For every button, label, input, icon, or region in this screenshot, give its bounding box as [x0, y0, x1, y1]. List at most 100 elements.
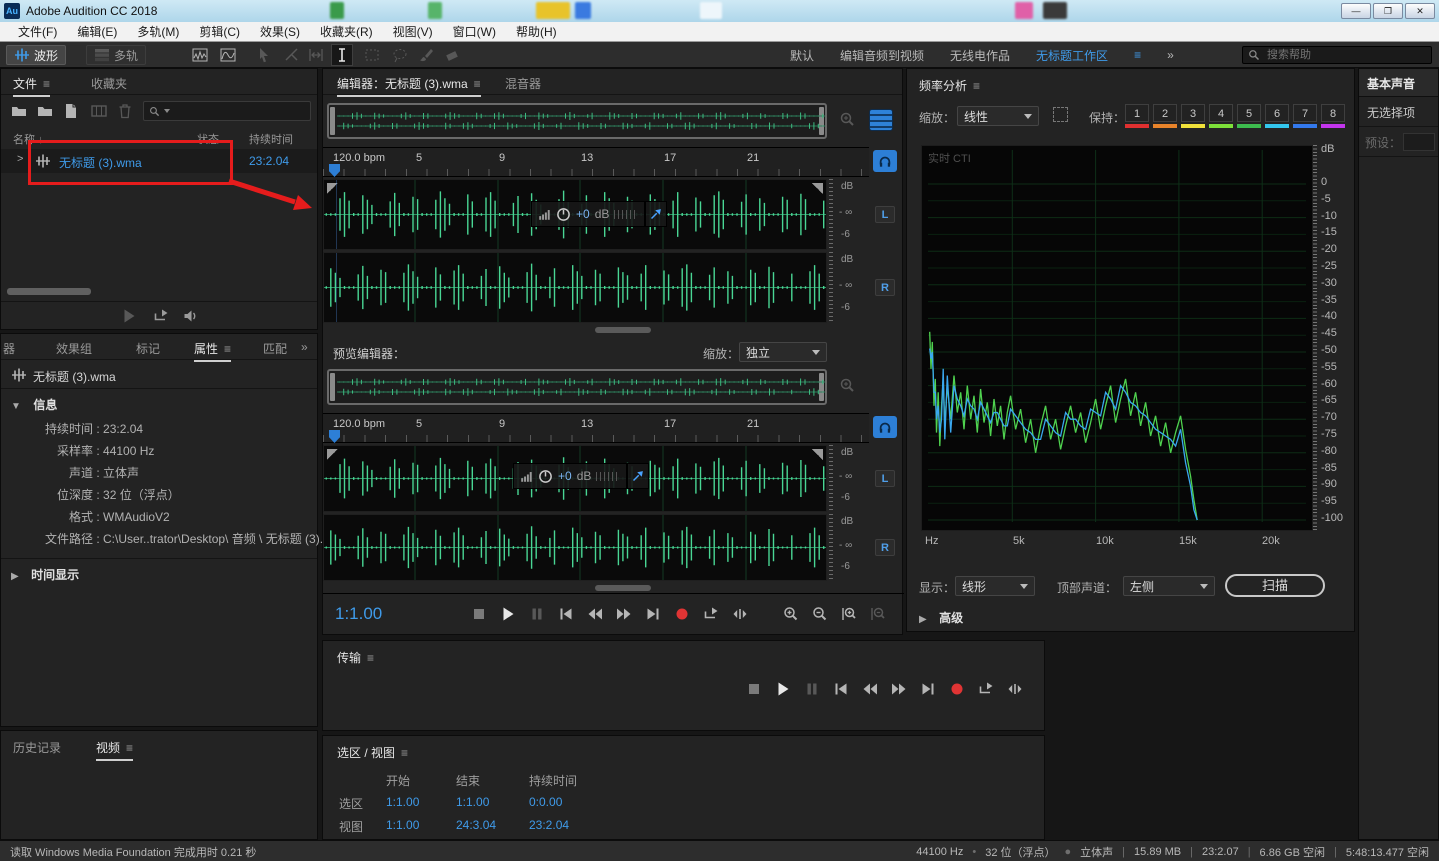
marquee-tool-icon[interactable] — [364, 47, 380, 63]
files-scrollbar[interactable] — [7, 288, 91, 295]
workspace-item[interactable]: 默认 — [790, 47, 814, 64]
razor-tool-icon[interactable] — [284, 47, 300, 63]
waveform-display-icon[interactable] — [192, 47, 208, 63]
menu-item[interactable]: 多轨(M) — [127, 23, 189, 40]
menu-item[interactable]: 编辑(E) — [67, 23, 127, 40]
rewind-button[interactable] — [862, 681, 878, 697]
brush-tool-icon[interactable] — [418, 47, 434, 63]
hold-button-8[interactable]: 8 — [1321, 104, 1345, 128]
move-tool-icon[interactable] — [256, 47, 272, 63]
tab-properties[interactable]: 属性≡ — [194, 340, 231, 362]
panel-menu-icon[interactable]: ≡ — [43, 77, 50, 91]
search-options-arrow[interactable] — [164, 109, 170, 113]
tab-effects-rack[interactable]: 效果组 — [56, 340, 92, 357]
gain-knob-icon[interactable] — [556, 207, 571, 222]
preset-dropdown[interactable] — [1403, 133, 1435, 151]
loop-playback-button[interactable] — [978, 681, 994, 697]
right-channel-waveform[interactable] — [323, 514, 827, 581]
zoom-reset-icon[interactable] — [839, 377, 855, 393]
panel-menu-icon[interactable]: ≡ — [126, 741, 133, 755]
preview-zoom-dropdown[interactable]: 独立 — [739, 342, 827, 362]
spectral-display-icon[interactable] — [220, 47, 236, 63]
zoom-reset-button[interactable] — [870, 606, 886, 622]
preview-overview-navigator[interactable] — [327, 369, 827, 405]
hold-button-7[interactable]: 7 — [1293, 104, 1317, 128]
expand-chevron-icon[interactable]: > — [17, 153, 23, 165]
stop-button[interactable] — [471, 606, 487, 622]
play-button[interactable] — [775, 681, 791, 697]
right-channel-button[interactable]: R — [875, 279, 895, 296]
move-playhead-button[interactable] — [1007, 681, 1023, 697]
record-button[interactable] — [674, 606, 690, 622]
fast-forward-button[interactable] — [891, 681, 907, 697]
zoom-to-selection-button[interactable] — [841, 606, 857, 622]
panel-menu-icon[interactable]: ≡ — [401, 746, 408, 760]
preview-timeline-ruler[interactable]: 120.0 bpm 59131721 — [323, 413, 869, 443]
gain-hud[interactable]: +0 dB — [531, 201, 645, 227]
open-file-icon[interactable] — [11, 103, 27, 119]
time-display-section-header[interactable]: ▶ 时间显示 — [11, 566, 79, 584]
range-handle-left[interactable] — [330, 373, 335, 401]
top-channel-dropdown[interactable]: 左侧 — [1123, 576, 1215, 596]
eraser-tool-icon[interactable] — [444, 47, 460, 63]
workspace-item[interactable]: 编辑音频到视频 — [840, 47, 924, 64]
selection-time-value[interactable]: 1:1.00 — [386, 818, 419, 832]
panel-menu-icon[interactable]: ≡ — [224, 342, 231, 356]
menu-item[interactable]: 文件(F) — [8, 23, 67, 40]
new-file-icon[interactable] — [63, 103, 79, 119]
snapshot-icon[interactable] — [1053, 107, 1068, 122]
tab-files[interactable]: 文件≡ — [13, 75, 50, 97]
timeline-ruler[interactable]: 120.0 bpm 59131721 — [323, 147, 869, 177]
editor-hscrollbar[interactable] — [327, 327, 827, 334]
hold-button-4[interactable]: 4 — [1209, 104, 1233, 128]
restore-button[interactable]: ❐ — [1373, 3, 1403, 19]
tab-video[interactable]: 视频≡ — [96, 739, 133, 761]
hold-button-3[interactable]: 3 — [1181, 104, 1205, 128]
record-button[interactable] — [949, 681, 965, 697]
current-time-display[interactable]: 1:1.00 — [335, 604, 382, 624]
tab-markers[interactable]: 标记 — [136, 340, 160, 357]
panel-menu-icon[interactable]: ≡ — [474, 77, 481, 91]
help-search-box[interactable] — [1242, 46, 1432, 64]
hold-button-6[interactable]: 6 — [1265, 104, 1289, 128]
monitor-headphone-button[interactable] — [873, 416, 897, 438]
hold-button-1[interactable]: 1 — [1125, 104, 1149, 128]
skip-to-end-button[interactable] — [645, 606, 661, 622]
hold-button-5[interactable]: 5 — [1237, 104, 1261, 128]
scan-button[interactable]: 扫描 — [1225, 574, 1325, 597]
monitor-headphone-button[interactable] — [873, 150, 897, 172]
move-playhead-button[interactable] — [732, 606, 748, 622]
essential-sound-title[interactable]: 基本声音 — [1367, 75, 1415, 92]
right-channel-button[interactable]: R — [875, 539, 895, 556]
rewind-button[interactable] — [587, 606, 603, 622]
hold-button-2[interactable]: 2 — [1153, 104, 1177, 128]
display-dropdown[interactable]: 线形 — [955, 576, 1035, 596]
panel-menu-icon[interactable]: ≡ — [973, 79, 980, 93]
fast-forward-button[interactable] — [616, 606, 632, 622]
media-browser-icon[interactable] — [91, 103, 107, 119]
pause-button[interactable] — [804, 681, 820, 697]
waveform-view-button[interactable]: 波形 — [6, 45, 66, 65]
stop-button[interactable] — [746, 681, 762, 697]
close-button[interactable]: ✕ — [1405, 3, 1435, 19]
frequency-graph[interactable]: 实时 CTI — [921, 145, 1313, 531]
preview-play-icon[interactable] — [121, 308, 137, 324]
minimize-button[interactable]: — — [1341, 3, 1371, 19]
selection-time-value[interactable]: 1:1.00 — [386, 795, 419, 809]
skip-to-start-button[interactable] — [833, 681, 849, 697]
loop-icon[interactable] — [153, 308, 169, 324]
tab-editor[interactable]: 编辑器：无标题 (3).wma≡ — [337, 75, 481, 97]
gain-value[interactable]: +0 — [558, 469, 572, 483]
selection-time-value[interactable]: 24:3.04 — [456, 818, 496, 832]
help-search-input[interactable] — [1265, 48, 1419, 62]
gain-hud[interactable]: +0 dB — [513, 463, 627, 489]
display-layout-toggle[interactable] — [869, 109, 893, 131]
tab-favorites[interactable]: 收藏夹 — [91, 75, 127, 92]
menu-item[interactable]: 窗口(W) — [443, 23, 506, 40]
workspace-menu-icon[interactable]: ≡ — [1134, 48, 1141, 62]
skip-to-end-button[interactable] — [920, 681, 936, 697]
files-search-input[interactable] — [174, 104, 298, 118]
selection-time-value[interactable]: 1:1.00 — [456, 795, 489, 809]
pause-button[interactable] — [529, 606, 545, 622]
menu-item[interactable]: 视图(V) — [383, 23, 443, 40]
